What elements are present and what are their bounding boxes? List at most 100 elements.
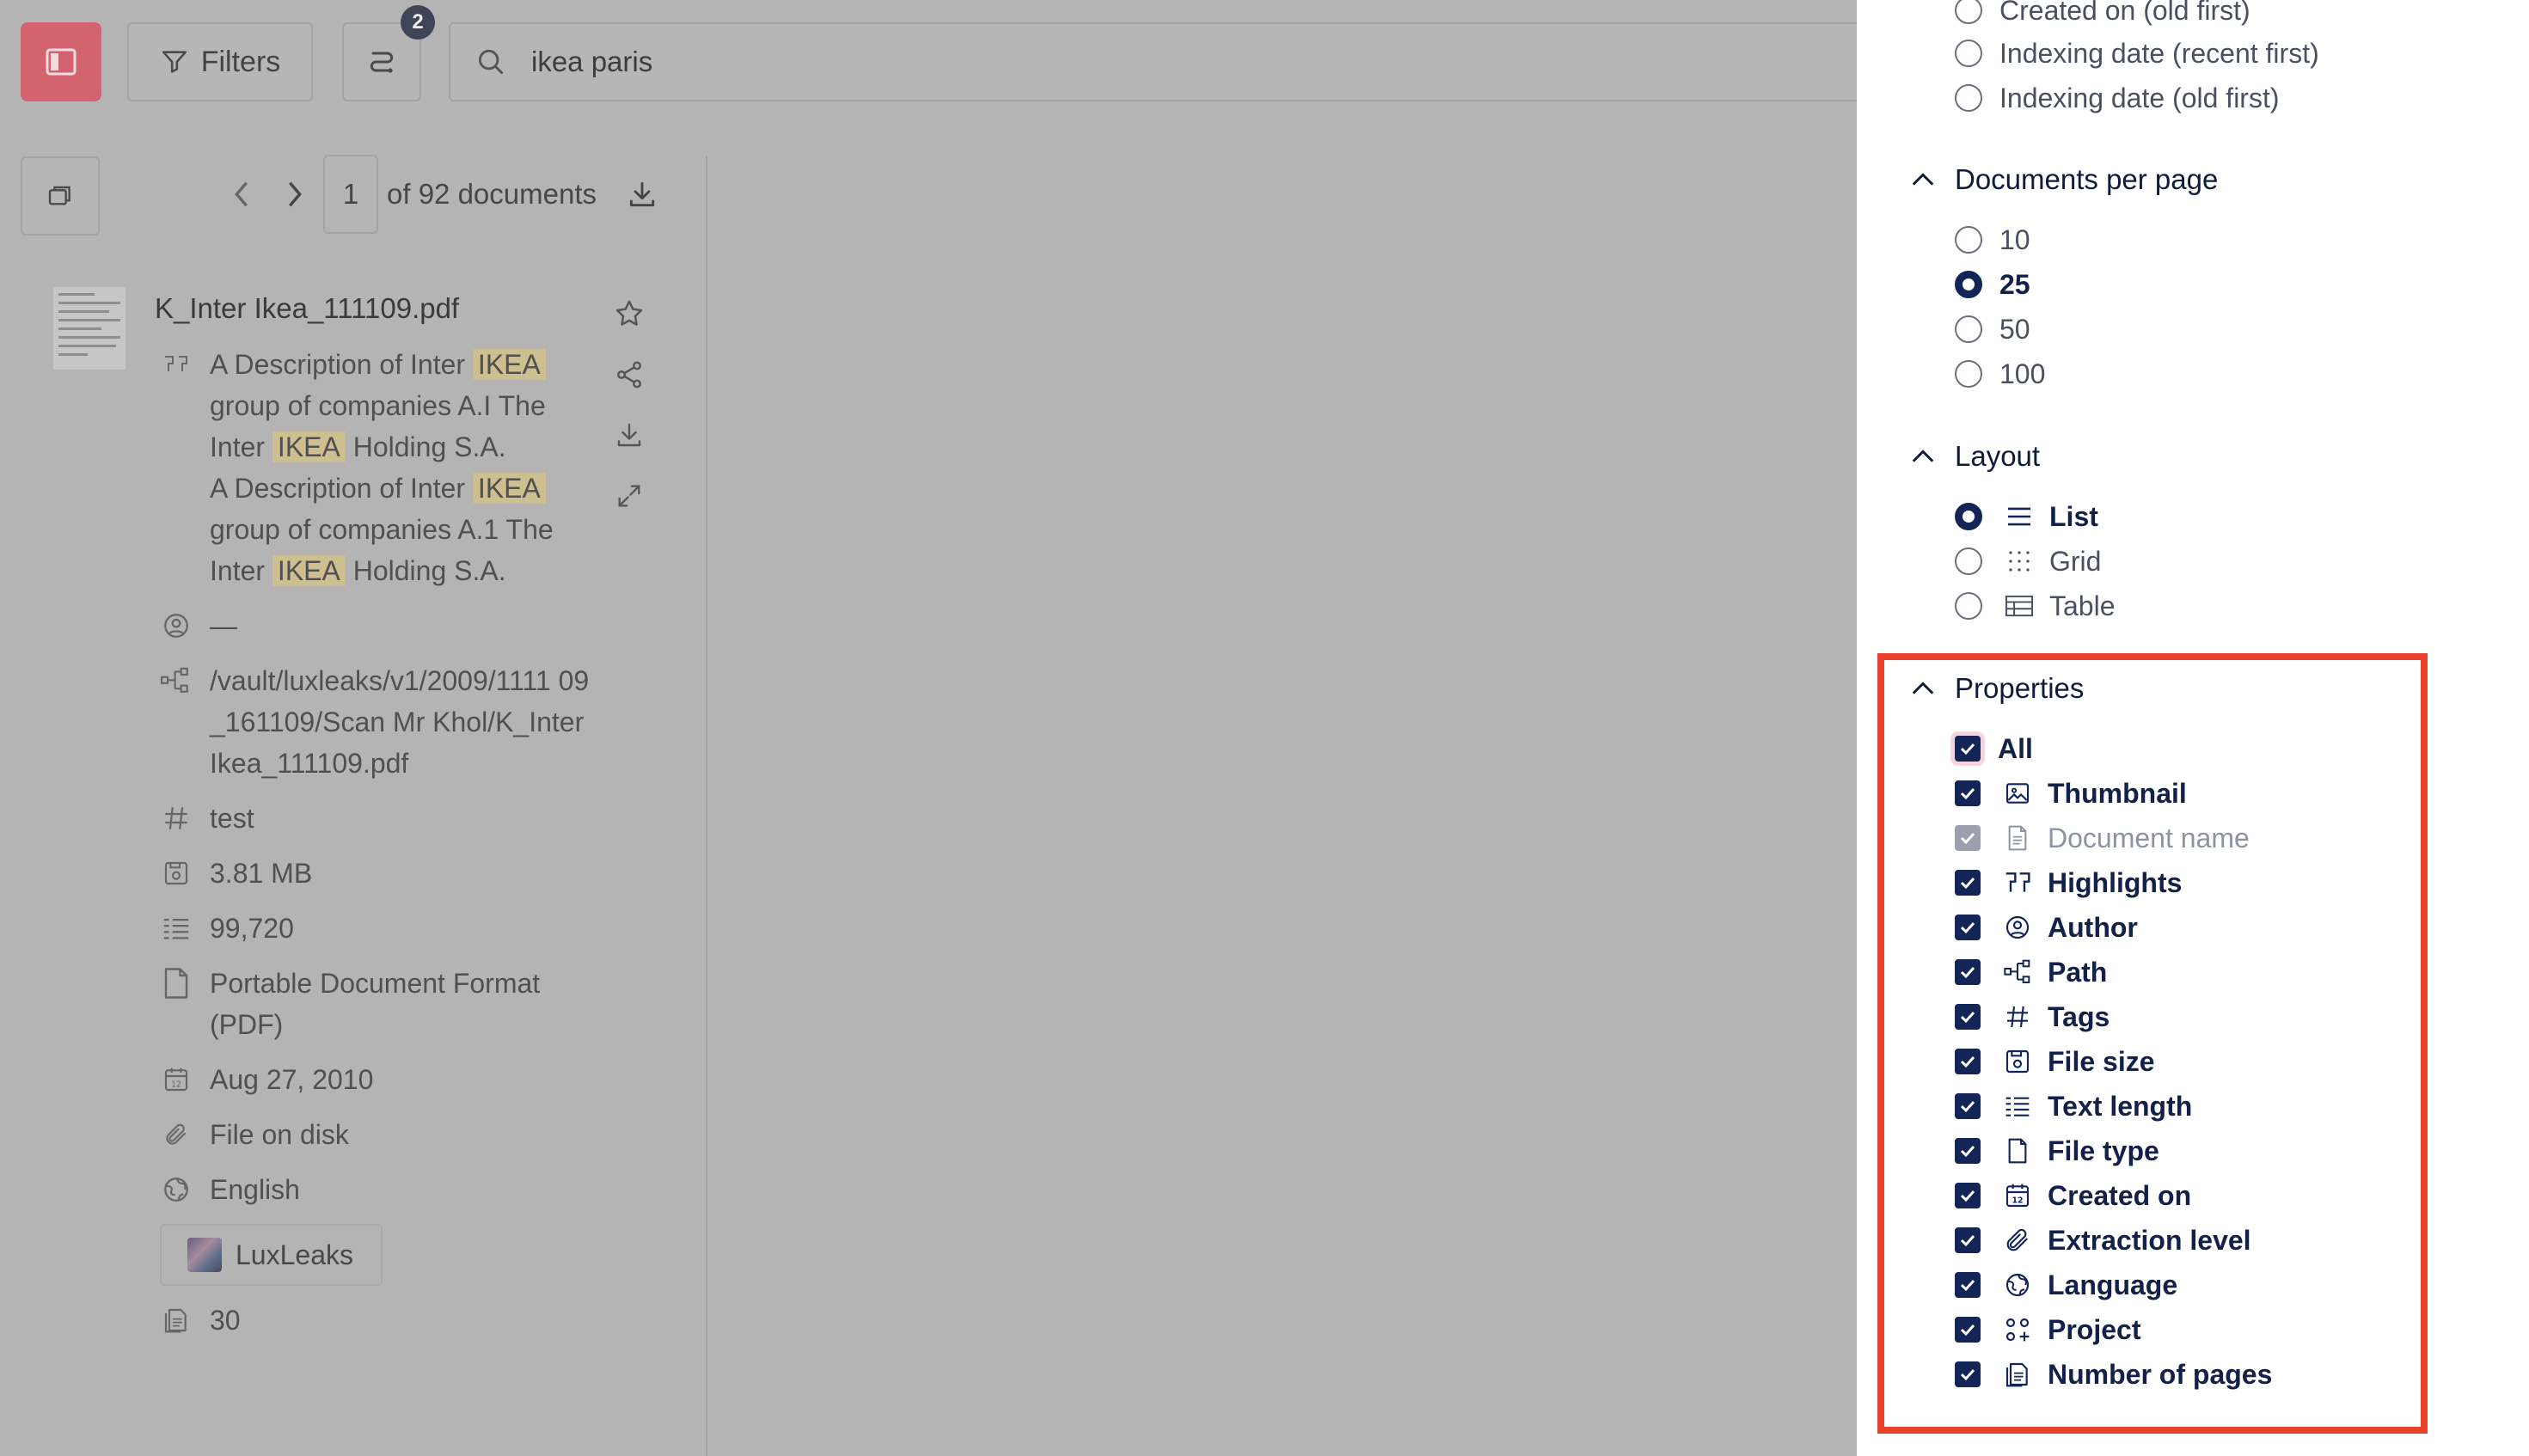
- project-logo: [187, 1238, 222, 1272]
- highlight-mark: IKEA: [272, 555, 346, 586]
- floppy-icon: [2001, 1045, 2034, 1078]
- calendar-icon: 12: [160, 1059, 193, 1100]
- star-button[interactable]: [610, 295, 648, 333]
- layout-option-grid[interactable]: Grid: [1955, 541, 2101, 582]
- pages-value: 30: [210, 1305, 241, 1336]
- property-all-checkbox[interactable]: All: [1955, 728, 2033, 769]
- layout-option-list[interactable]: List: [1955, 496, 2098, 537]
- radio-button[interactable]: [1955, 592, 1982, 620]
- property-checkbox-file-type[interactable]: File type: [1955, 1130, 2159, 1172]
- property-checkbox-file-size[interactable]: File size: [1955, 1041, 2155, 1082]
- sort-count-badge: 2: [401, 5, 435, 40]
- download-results-button[interactable]: [626, 178, 658, 211]
- previous-page-button[interactable]: [215, 180, 268, 209]
- prop-path: /vault/luxleaks/v1/2009/1111 09_161109/S…: [160, 660, 590, 784]
- tags-value[interactable]: test: [210, 798, 590, 839]
- property-checkbox-language[interactable]: Language: [1955, 1264, 2177, 1306]
- svg-text:12: 12: [171, 1080, 181, 1090]
- project-chip[interactable]: LuxLeaks: [160, 1224, 383, 1286]
- property-checkbox-author[interactable]: Author: [1955, 907, 2138, 948]
- per-page-option-100[interactable]: 100: [1955, 353, 2045, 395]
- properties-section-header[interactable]: Properties: [1910, 668, 2084, 709]
- option-label: Document name: [2048, 822, 2250, 853]
- tree-icon: [2001, 956, 2034, 988]
- filters-button[interactable]: Filters: [127, 22, 313, 101]
- option-label: Language: [2048, 1269, 2178, 1300]
- checkbox[interactable]: [1955, 1227, 1981, 1253]
- sort-option[interactable]: Indexing date (recent first): [1955, 33, 2319, 74]
- filters-label: Filters: [200, 45, 281, 78]
- prop-language: English: [160, 1169, 590, 1210]
- property-checkbox-number-of-pages[interactable]: Number of pages: [1955, 1354, 2272, 1395]
- property-checkbox-project[interactable]: Project: [1955, 1309, 2140, 1350]
- sort-option[interactable]: Created on (old first): [1955, 0, 2250, 31]
- checkbox[interactable]: [1955, 1138, 1981, 1164]
- pagination: 1 of 92 documents: [215, 155, 658, 234]
- extraction-level-value: File on disk: [210, 1119, 349, 1150]
- search-icon: [478, 49, 504, 75]
- document-thumbnail[interactable]: [53, 287, 126, 370]
- property-checkbox-thumbnail[interactable]: Thumbnail: [1955, 773, 2187, 814]
- radio-button[interactable]: [1955, 84, 1982, 112]
- next-page-button[interactable]: [268, 180, 321, 209]
- option-label: Table: [2049, 590, 2116, 621]
- share-button[interactable]: [610, 356, 648, 394]
- section-title: Properties: [1955, 672, 2085, 704]
- quote-icon: [2001, 866, 2034, 899]
- property-checkbox-text-length[interactable]: Text length: [1955, 1086, 2192, 1127]
- checkbox[interactable]: [1955, 959, 1981, 985]
- path-value[interactable]: /vault/luxleaks/v1/2009/1111 09_161109/S…: [210, 660, 590, 784]
- checkbox[interactable]: [1955, 1183, 1981, 1208]
- highlight-mark: IKEA: [472, 349, 546, 380]
- property-checkbox-highlights[interactable]: Highlights: [1955, 862, 2182, 903]
- per-page-option-25[interactable]: 25: [1955, 264, 2030, 305]
- checkbox[interactable]: [1955, 1093, 1981, 1119]
- checkbox[interactable]: [1955, 736, 1981, 762]
- document-download-button[interactable]: [610, 416, 648, 454]
- option-label: File type: [2048, 1135, 2159, 1166]
- prop-text-length: 99,720: [160, 908, 590, 949]
- search-input[interactable]: ikea paris: [449, 22, 1876, 101]
- section-title: Layout: [1955, 440, 2041, 472]
- check-icon: [1960, 787, 1975, 800]
- layout-option-table[interactable]: Table: [1955, 585, 2116, 627]
- radio-button[interactable]: [1955, 40, 1982, 67]
- radio-button[interactable]: [1955, 360, 1982, 388]
- option-label: Grid: [2049, 545, 2102, 577]
- radio-button[interactable]: [1955, 315, 1982, 343]
- toggle-sidebar-button[interactable]: [21, 22, 101, 101]
- property-checkbox-extraction-level[interactable]: Extraction level: [1955, 1220, 2251, 1261]
- per-page-option-10[interactable]: 10: [1955, 219, 2030, 260]
- share-icon: [617, 361, 641, 388]
- main-app: Filters 2 ikea paris 1 of 92 documents K…: [0, 0, 1876, 1456]
- option-label: Highlights: [2048, 866, 2183, 898]
- checkbox[interactable]: [1955, 870, 1981, 896]
- collapse-list-button[interactable]: [21, 156, 100, 236]
- document-title[interactable]: K_Inter Ikea_111109.pdf: [155, 292, 459, 325]
- checkbox[interactable]: [1955, 1004, 1981, 1030]
- radio-button[interactable]: [1955, 548, 1982, 575]
- checkbox[interactable]: [1955, 1272, 1981, 1298]
- per-page-section-header[interactable]: Documents per page: [1910, 159, 2218, 200]
- property-checkbox-created-on[interactable]: 12 Created on: [1955, 1175, 2191, 1216]
- radio-button[interactable]: [1955, 226, 1982, 254]
- per-page-option-50[interactable]: 50: [1955, 309, 2030, 350]
- property-checkbox-document-name: Document name: [1955, 817, 2250, 859]
- radio-button[interactable]: [1955, 271, 1982, 298]
- checkbox[interactable]: [1955, 1361, 1981, 1387]
- user-circle-icon: [160, 605, 193, 646]
- radio-button[interactable]: [1955, 0, 1982, 24]
- layout-section-header[interactable]: Layout: [1910, 436, 2040, 477]
- expand-button[interactable]: [610, 477, 648, 515]
- pages-icon: [2001, 1358, 2034, 1391]
- quote-icon: [160, 344, 193, 385]
- sort-option[interactable]: Indexing date (old first): [1955, 77, 2280, 119]
- page-number-input[interactable]: 1: [323, 155, 378, 234]
- checkbox[interactable]: [1955, 780, 1981, 806]
- checkbox[interactable]: [1955, 1317, 1981, 1343]
- radio-button[interactable]: [1955, 503, 1982, 530]
- property-checkbox-tags[interactable]: Tags: [1955, 996, 2110, 1037]
- checkbox[interactable]: [1955, 915, 1981, 940]
- checkbox[interactable]: [1955, 1049, 1981, 1074]
- property-checkbox-path[interactable]: Path: [1955, 951, 2107, 993]
